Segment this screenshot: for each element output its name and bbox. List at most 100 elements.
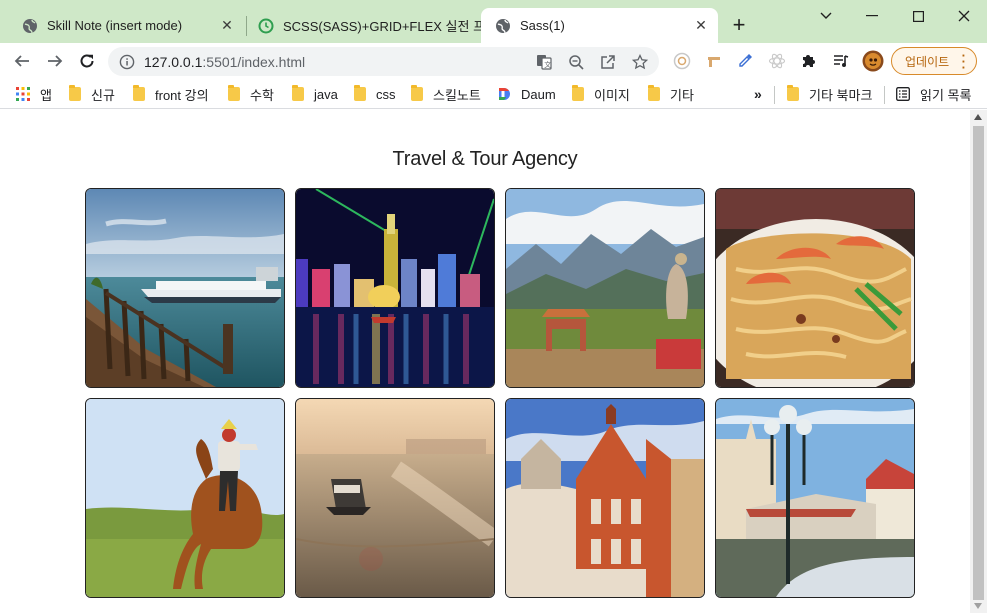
gallery-image-river-ship[interactable] bbox=[295, 398, 495, 598]
bookmark-label: front 강의 bbox=[155, 87, 209, 103]
plaza-lamppost-image bbox=[716, 399, 914, 597]
react-devtools-icon[interactable] bbox=[767, 51, 787, 71]
bookmark-folder-java[interactable]: java bbox=[292, 85, 338, 103]
folder-icon bbox=[572, 85, 584, 101]
tab-title: Skill Note (insert mode) bbox=[47, 18, 183, 33]
translate-icon[interactable]: 文 bbox=[535, 53, 553, 71]
globe-icon bbox=[495, 18, 511, 34]
gallery-image-night-skyline[interactable] bbox=[295, 188, 495, 388]
gallery-image-pier-boat[interactable] bbox=[85, 188, 285, 388]
zoom-out-icon[interactable] bbox=[567, 53, 585, 71]
folder-icon bbox=[69, 85, 81, 101]
tab-title: Sass(1) bbox=[520, 18, 565, 33]
folder-icon bbox=[787, 85, 799, 101]
reading-list-icon bbox=[896, 87, 910, 101]
folder-icon bbox=[648, 85, 660, 101]
bookmark-folder-math[interactable]: 수학 bbox=[228, 85, 274, 103]
daum-logo-icon bbox=[497, 87, 511, 101]
gallery-image-pad-thai[interactable] bbox=[715, 188, 915, 388]
globe-icon bbox=[22, 18, 38, 34]
scroll-down-arrow-icon[interactable] bbox=[974, 603, 982, 609]
forward-arrow-icon[interactable] bbox=[42, 48, 68, 74]
scrollbar-thumb[interactable] bbox=[973, 126, 984, 600]
gallery-image-gothic-building[interactable] bbox=[505, 398, 705, 598]
url-text: 127.0.0.1:5501/index.html bbox=[144, 54, 305, 70]
gallery-image-temple-mountains[interactable] bbox=[505, 188, 705, 388]
bookmark-label: 신규 bbox=[91, 87, 115, 103]
bookmarks-bar: 앱 신규 front 강의 수학 java css 스킬노트 Daum 이미지 … bbox=[0, 79, 987, 109]
bookmark-label: 이미지 bbox=[594, 87, 630, 103]
close-icon[interactable]: ✕ bbox=[218, 17, 236, 35]
extension-circle-icon[interactable] bbox=[672, 51, 692, 71]
bookmark-separator bbox=[884, 86, 885, 104]
apps-grid-icon bbox=[16, 87, 30, 101]
tab-sass[interactable]: Sass(1) ✕ bbox=[481, 8, 718, 43]
bookmark-folder-other[interactable]: 기타 북마크 bbox=[787, 85, 872, 103]
tab-title: SCSS(SASS)+GRID+FLEX 실전 프 bbox=[283, 19, 481, 34]
page-title: Travel & Tour Agency bbox=[392, 148, 578, 170]
close-icon[interactable]: ✕ bbox=[692, 17, 710, 35]
bookmark-label: 기타 북마크 bbox=[809, 87, 873, 103]
folder-icon bbox=[133, 85, 145, 101]
green-clock-icon bbox=[258, 18, 274, 34]
tab-strip: Skill Note (insert mode) ✕ SCSS(SASS)+GR… bbox=[0, 0, 987, 43]
horse-rider-image bbox=[86, 399, 284, 597]
tab-skill-note[interactable]: Skill Note (insert mode) ✕ bbox=[8, 8, 244, 43]
minimize-icon[interactable] bbox=[849, 0, 895, 32]
info-icon[interactable] bbox=[119, 54, 135, 70]
extension-ruler-icon[interactable] bbox=[704, 51, 724, 71]
puzzle-extensions-icon[interactable] bbox=[799, 51, 819, 71]
media-playlist-icon[interactable] bbox=[831, 51, 851, 71]
pad-thai-image bbox=[716, 189, 914, 387]
url-path: :5501/index.html bbox=[202, 53, 306, 70]
bookmark-label: java bbox=[314, 86, 338, 102]
vertical-scrollbar[interactable] bbox=[970, 110, 987, 613]
bookmark-label: Daum bbox=[521, 86, 556, 102]
reading-list[interactable]: 읽기 목록 bbox=[896, 85, 971, 103]
window-close-icon[interactable] bbox=[941, 0, 987, 32]
update-label: 업데이트 bbox=[905, 54, 950, 69]
bookmark-folder-etc[interactable]: 기타 bbox=[648, 85, 694, 103]
tab-scss-grid-flex[interactable]: SCSS(SASS)+GRID+FLEX 실전 프 bbox=[244, 8, 481, 43]
bookmark-label: 수학 bbox=[250, 87, 274, 103]
share-icon[interactable] bbox=[599, 53, 617, 71]
bookmark-folder-images[interactable]: 이미지 bbox=[572, 85, 630, 103]
address-bar[interactable]: 127.0.0.1:5501/index.html 文 bbox=[108, 47, 659, 76]
bookmark-folder-css[interactable]: css bbox=[354, 85, 396, 103]
gallery-image-horse-rider[interactable] bbox=[85, 398, 285, 598]
bookmarks-overflow-chevron[interactable]: » bbox=[754, 85, 762, 103]
reload-icon[interactable] bbox=[74, 48, 100, 74]
bookmark-folder-front[interactable]: front 강의 bbox=[133, 85, 209, 103]
update-button[interactable]: 업데이트 · · · bbox=[891, 47, 977, 75]
temple-mountains-image bbox=[506, 189, 704, 387]
folder-icon bbox=[354, 85, 366, 101]
page-viewport: Travel & Tour Agency bbox=[0, 110, 970, 613]
toolbar: 127.0.0.1:5501/index.html 文 업데이트 · · · bbox=[0, 43, 987, 79]
eyedropper-icon[interactable] bbox=[735, 51, 755, 71]
more-menu-icon[interactable]: · · · bbox=[962, 49, 966, 74]
profile-avatar[interactable] bbox=[862, 50, 884, 72]
svg-text:文: 文 bbox=[544, 60, 551, 69]
url-host: 127.0.0.1 bbox=[144, 53, 203, 70]
bookmark-folder-new[interactable]: 신규 bbox=[69, 85, 115, 103]
bookmark-apps[interactable]: 앱 bbox=[16, 85, 52, 103]
bookmark-label: 기타 bbox=[670, 87, 694, 103]
folder-icon bbox=[292, 85, 304, 101]
back-arrow-icon[interactable] bbox=[9, 48, 35, 74]
bookmark-label: 읽기 목록 bbox=[920, 87, 972, 103]
night-skyline-image bbox=[296, 189, 494, 387]
gallery-image-plaza-lamppost[interactable] bbox=[715, 398, 915, 598]
gothic-building-image bbox=[506, 399, 704, 597]
folder-icon bbox=[228, 85, 240, 101]
bookmark-label: css bbox=[376, 86, 396, 102]
folder-icon bbox=[411, 85, 423, 101]
river-ship-image bbox=[296, 399, 494, 597]
scroll-up-arrow-icon[interactable] bbox=[974, 114, 982, 120]
bookmark-daum[interactable]: Daum bbox=[497, 85, 556, 103]
bookmark-label: 스킬노트 bbox=[433, 87, 481, 103]
star-bookmark-icon[interactable] bbox=[631, 53, 649, 71]
tab-search-chevron-icon[interactable] bbox=[803, 0, 849, 32]
new-tab-plus-icon[interactable]: + bbox=[728, 14, 750, 36]
maximize-icon[interactable] bbox=[895, 0, 941, 32]
bookmark-folder-skillnote[interactable]: 스킬노트 bbox=[411, 85, 481, 103]
